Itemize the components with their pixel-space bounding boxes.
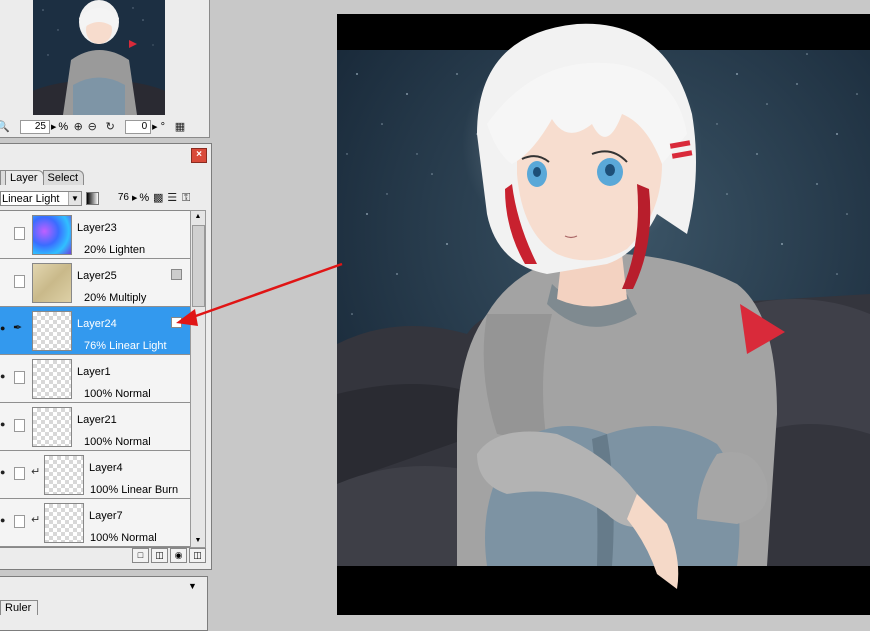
eye-icon[interactable]: ● [0, 419, 10, 429]
layer-mode: 76% Linear Light [84, 340, 167, 352]
layer-row[interactable]: ● ↵ Layer4 100% Linear Burn [0, 451, 190, 499]
chevron-down-icon[interactable]: ▼ [68, 191, 81, 205]
layer-panel: × Layer Select Linear Light ▼ 76 ▶ % ▩ ☰… [0, 143, 212, 570]
rotation-arrow-icon[interactable]: ▶ [152, 123, 157, 131]
new-layer-icon[interactable]: □ [132, 548, 149, 563]
tab-layer[interactable]: Layer [5, 170, 44, 185]
scroll-up-icon[interactable]: ▲ [191, 211, 205, 223]
layer-row[interactable]: ● Layer1 100% Normal [0, 355, 190, 403]
new-folder-icon[interactable]: ◫ [151, 548, 168, 563]
eye-icon[interactable]: ● [0, 323, 10, 333]
layer-name: Layer7 [89, 510, 123, 522]
eye-icon[interactable]: ● [0, 467, 10, 477]
zoom-out-icon[interactable]: ⊖ [85, 120, 99, 134]
link-icon[interactable]: ▩ [151, 191, 165, 205]
lock-checkbox[interactable] [14, 275, 25, 288]
visibility-icon[interactable] [0, 275, 10, 285]
layer-scrollbar[interactable]: ▲ ▼ [190, 210, 206, 548]
layer-mode: 100% Normal [84, 388, 151, 400]
visibility-icon[interactable] [0, 227, 10, 237]
opacity-input[interactable]: 76 [108, 192, 132, 204]
layers-icon[interactable]: ☰ [165, 191, 179, 205]
layer-thumbnail [32, 407, 72, 447]
layer-name: Layer23 [77, 222, 117, 234]
panel-menu-icon[interactable]: ▼ [188, 581, 197, 591]
layer-mode: 100% Normal [84, 436, 151, 448]
layer-thumbnail [32, 263, 72, 303]
layer-mode: 20% Lighten [84, 244, 146, 256]
navigator-preview[interactable] [33, 0, 165, 115]
blend-mode-value: Linear Light [2, 192, 60, 205]
zoom-icon[interactable]: 🔍 [0, 120, 10, 134]
layer-thumbnail [32, 359, 72, 399]
zoom-input[interactable]: 25 [20, 120, 50, 134]
eye-icon[interactable]: ● [0, 371, 10, 381]
lock-checkbox[interactable] [14, 515, 25, 528]
layer-row-selected[interactable]: ● ✒ Layer24 76% Linear Light [0, 307, 190, 355]
brush-icon[interactable]: ✒ [13, 321, 22, 334]
layer-name: Layer4 [89, 462, 123, 474]
layer-mask-icon[interactable] [171, 269, 182, 280]
zoom-in-icon[interactable]: ⊕ [71, 120, 85, 134]
layer-mode: 100% Linear Burn [90, 484, 179, 496]
ruler-panel: ▼ Ruler [0, 576, 208, 631]
scroll-down-icon[interactable]: ▼ [191, 535, 205, 547]
lock-checkbox[interactable] [14, 419, 25, 432]
trash-icon[interactable]: ◫ [189, 548, 206, 563]
tab-select[interactable]: Select [42, 170, 85, 185]
layer-name: Layer1 [77, 366, 111, 378]
opacity-arrow-icon[interactable]: ▶ [132, 194, 137, 202]
camera-icon[interactable]: ◉ [170, 548, 187, 563]
layer-row[interactable]: ● Layer21 100% Normal [0, 403, 190, 451]
blend-row: Linear Light ▼ 76 ▶ % ▩ ☰ ⚿ [0, 189, 211, 207]
clipping-icon: ↵ [31, 514, 41, 526]
layer-thumbnail [32, 215, 72, 255]
layer-mode: 20% Multiply [84, 292, 147, 304]
rotation-unit: ° [160, 121, 165, 133]
close-icon[interactable]: × [191, 148, 207, 163]
layer-panel-footer: □ ◫ ◉ ◫ [132, 548, 206, 563]
layer-list[interactable]: Layer23 20% Lighten Layer25 20% Multiply… [0, 210, 191, 548]
lock-icon[interactable]: ⚿ [179, 191, 193, 205]
artwork [337, 14, 870, 615]
rotation-input[interactable]: 0 [125, 120, 152, 134]
blend-mode-select[interactable]: Linear Light ▼ [0, 190, 82, 206]
layer-name: Layer24 [77, 318, 117, 330]
scroll-thumb[interactable] [192, 225, 205, 307]
zoom-arrow-icon[interactable]: ▶ [51, 123, 56, 131]
layer-panel-tabs: Layer Select [0, 170, 85, 185]
layer-thumbnail [44, 503, 84, 543]
layer-row[interactable]: ● ↵ Layer7 100% Normal [0, 499, 190, 547]
drawing-canvas[interactable] [337, 14, 870, 615]
eye-icon[interactable]: ● [0, 515, 10, 525]
lock-checkbox[interactable] [14, 371, 25, 384]
flip-icon[interactable]: ▦ [173, 120, 187, 134]
clipping-icon: ↵ [31, 466, 41, 478]
tab-ruler[interactable]: Ruler [0, 600, 39, 615]
navigator-toolbar: 🔍 25 ▶ % ⊕ ⊖ ↻ 0 ▶ ° ▦ [0, 118, 209, 136]
opacity-unit: % [139, 192, 150, 204]
rotate-icon[interactable]: ↻ [103, 120, 117, 134]
layer-thumbnail [44, 455, 84, 495]
layer-mask-icon[interactable] [171, 317, 182, 328]
layer-name: Layer21 [77, 414, 117, 426]
layer-row[interactable]: Layer25 20% Multiply [0, 259, 190, 307]
navigator-panel: 🔍 25 ▶ % ⊕ ⊖ ↻ 0 ▶ ° ▦ [0, 0, 210, 138]
layer-mode: 100% Normal [90, 532, 157, 544]
zoom-unit: % [58, 121, 69, 133]
layer-row[interactable]: Layer23 20% Lighten [0, 211, 190, 259]
lock-checkbox[interactable] [14, 227, 25, 240]
layer-name: Layer25 [77, 270, 117, 282]
layer-thumbnail [32, 311, 72, 351]
lock-checkbox[interactable] [14, 467, 25, 480]
opacity-icon [86, 191, 99, 205]
